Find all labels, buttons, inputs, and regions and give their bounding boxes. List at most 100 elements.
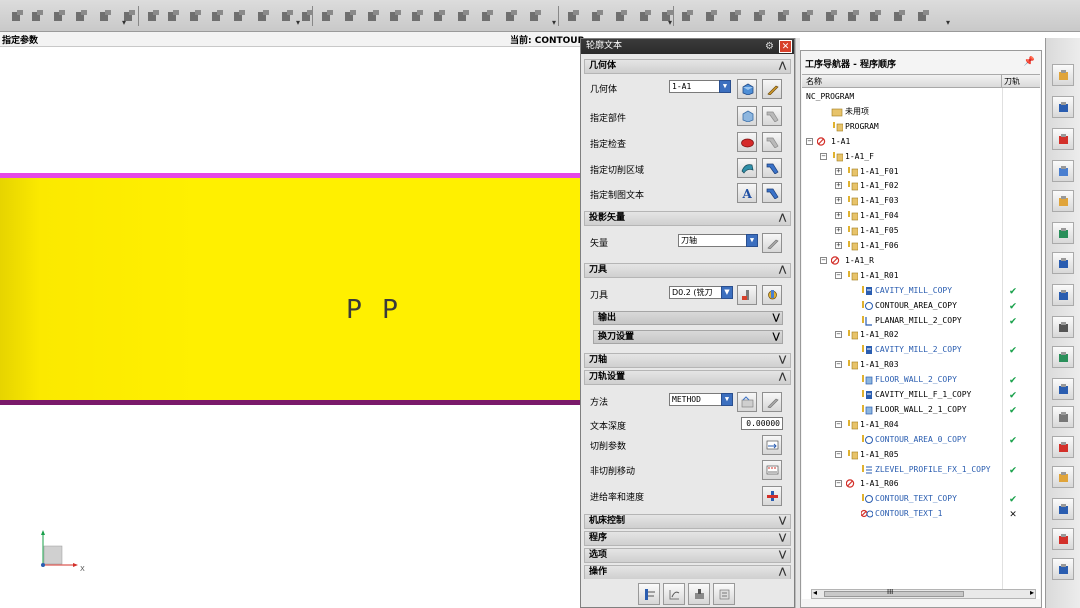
toolbar-tool-icon[interactable] (166, 9, 181, 24)
chevron-down-icon[interactable]: ▼ (746, 234, 758, 247)
section-projection-vector[interactable]: 投影矢量 ⋀ (584, 211, 791, 226)
collapse-up-icon[interactable]: ⋀ (777, 60, 788, 73)
toolbar-dropdown-icon[interactable]: ▾ (552, 18, 556, 27)
resource-tab-button[interactable] (1052, 252, 1074, 274)
collapse-icon[interactable]: − (835, 450, 842, 458)
new-geometry-button[interactable] (737, 79, 757, 99)
collapse-up-icon[interactable]: ⋀ (777, 371, 788, 384)
tree-row[interactable]: − 1-A1_R (802, 253, 1040, 268)
part-body[interactable] (0, 178, 580, 400)
toolbar-tool-icon[interactable] (868, 9, 883, 24)
section-actions[interactable]: 操作 ⋀ (584, 565, 791, 580)
show-cut-area-button[interactable] (762, 158, 782, 178)
resource-tab-button[interactable] (1052, 160, 1074, 182)
collapse-icon[interactable]: − (835, 420, 842, 428)
tree-row[interactable]: − 1-A1_R02 (802, 327, 1040, 342)
column-name-header[interactable]: 名称 (806, 76, 822, 87)
tree-row[interactable]: +1-A1_F02 (802, 178, 1040, 193)
scrollbar-thumb[interactable] (824, 591, 964, 597)
resource-tab-button[interactable] (1052, 316, 1074, 338)
toolbar-dropdown-icon[interactable]: ▾ (668, 18, 672, 27)
toolbar-tool-icon[interactable] (52, 9, 67, 24)
tree-row[interactable]: PLANAR_MILL_2_COPY ✔ (802, 313, 1040, 328)
close-button[interactable]: ✕ (779, 40, 792, 53)
toolbar-tool-icon[interactable] (320, 9, 335, 24)
collapse-up-icon[interactable]: ⋀ (777, 566, 788, 579)
section-tool[interactable]: 刀具 ⋀ (584, 263, 791, 278)
graphics-viewport[interactable]: P P X (0, 47, 580, 608)
resource-tab-button[interactable] (1052, 128, 1074, 150)
gear-icon[interactable]: ⚙ (765, 41, 776, 52)
toolbar-tool-icon[interactable] (410, 9, 425, 24)
toolbar-tool-icon[interactable] (343, 9, 358, 24)
toolbar-tool-icon[interactable] (188, 9, 203, 24)
expand-icon[interactable]: + (835, 212, 842, 220)
expand-icon[interactable]: + (835, 197, 842, 205)
expand-down-icon[interactable]: ⋁ (777, 532, 788, 545)
chevron-down-icon[interactable]: ▼ (719, 80, 731, 93)
toolbar-tool-icon[interactable] (388, 9, 403, 24)
toolbar-tool-icon[interactable] (280, 9, 295, 24)
tree-row[interactable]: 未用项 (802, 104, 1040, 119)
toolbar-tool-icon[interactable] (98, 9, 113, 24)
non-cutting-moves-button[interactable] (762, 460, 782, 480)
toolbar-tool-icon[interactable] (528, 9, 543, 24)
expand-icon[interactable]: + (835, 182, 842, 190)
replay-button[interactable] (663, 583, 685, 605)
tree-row[interactable]: CONTOUR_TEXT_1 ✕ (802, 506, 1040, 521)
tree-row[interactable]: CONTOUR_AREA_0_COPY ✔ (802, 432, 1040, 447)
toolbar-tool-icon[interactable] (728, 9, 743, 24)
feeds-speeds-button[interactable] (762, 486, 782, 506)
toolbar-tool-icon[interactable] (256, 9, 271, 24)
resource-tab-button[interactable] (1052, 190, 1074, 212)
cutting-params-button[interactable] (762, 435, 782, 455)
resource-tab-button[interactable] (1052, 436, 1074, 458)
horizontal-scrollbar[interactable]: ◂ III ▸ (811, 588, 1036, 599)
verify-button[interactable] (688, 583, 710, 605)
tree-row[interactable]: − 1-A1_R01 (802, 268, 1040, 283)
tree-row[interactable]: − 1-A1_R03 (802, 357, 1040, 372)
tree-row[interactable]: CONTOUR_TEXT_COPY ✔ (802, 491, 1040, 506)
chevron-down-icon[interactable]: ▼ (721, 393, 733, 406)
toolbar-tool-icon[interactable] (232, 9, 247, 24)
tree-row[interactable]: FLOOR_WALL_2_1_COPY ✔ (802, 402, 1040, 417)
specify-check-button[interactable] (737, 132, 757, 152)
tree-row[interactable]: +1-A1_F03 (802, 193, 1040, 208)
toolbar-tool-icon[interactable] (30, 9, 45, 24)
resource-tab-button[interactable] (1052, 346, 1074, 368)
collapse-icon[interactable]: − (820, 256, 827, 264)
scroll-left-icon[interactable]: ◂ (813, 588, 817, 597)
generate-button[interactable] (638, 583, 660, 605)
toolbar-dropdown-icon[interactable]: ▾ (296, 18, 300, 27)
toolbar-tool-icon[interactable] (614, 9, 629, 24)
toolbar-tool-icon[interactable] (638, 9, 653, 24)
expand-down-icon[interactable]: ⋁ (777, 549, 788, 562)
toolbar-dropdown-icon[interactable]: ▾ (122, 18, 126, 27)
toolbar-tool-icon[interactable] (680, 9, 695, 24)
toolbar-tool-icon[interactable] (74, 9, 89, 24)
tree-row[interactable]: NC_PROGRAM (802, 89, 1040, 104)
resource-tab-button[interactable] (1052, 498, 1074, 520)
show-part-button[interactable] (762, 106, 782, 126)
column-path-header[interactable]: 刀轨 (1004, 76, 1020, 87)
toolbar-dropdown-icon[interactable]: ▾ (946, 18, 950, 27)
new-tool-button[interactable] (737, 285, 757, 305)
tree-row[interactable]: − 1-A1_R05 (802, 447, 1040, 462)
tree-row[interactable]: − 1-A1_F (802, 149, 1040, 164)
resource-tab-button[interactable] (1052, 528, 1074, 550)
tree-row[interactable]: ZLEVEL_PROFILE_FX_1_COPY ✔ (802, 462, 1040, 477)
text-depth-input[interactable]: 0.00000 (741, 417, 783, 430)
edit-tool-button[interactable] (762, 285, 782, 305)
toolbar-tool-icon[interactable] (504, 9, 519, 24)
tree-row[interactable]: CAVITY_MILL_F_1_COPY ✔ (802, 387, 1040, 402)
tree-row[interactable]: − 1-A1_R06 (802, 476, 1040, 491)
collapse-icon[interactable]: − (835, 361, 842, 369)
tree-row[interactable]: +1-A1_F04 (802, 208, 1040, 223)
specify-drafting-text-button[interactable]: A (737, 183, 757, 203)
toolbar-tool-icon[interactable] (776, 9, 791, 24)
specify-part-button[interactable] (737, 106, 757, 126)
subsection-tool-change[interactable]: 换刀设置 ⋁ (593, 330, 783, 344)
expand-down-icon[interactable]: ⋁ (777, 515, 788, 528)
chevron-down-icon[interactable]: ▼ (721, 286, 733, 299)
toolbar-tool-icon[interactable] (566, 9, 581, 24)
